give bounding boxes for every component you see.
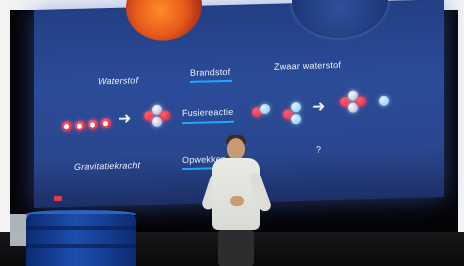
- product-core-2: [356, 96, 366, 107]
- label-question: ?: [316, 144, 322, 155]
- sun-graphic: [126, 0, 202, 42]
- planet-graphic: [292, 0, 388, 40]
- tritium-neutron-1: [291, 102, 301, 113]
- label-fusiereactie: Fusiereactie: [182, 106, 234, 119]
- arrow-right-icon-2: ➜: [312, 98, 326, 116]
- free-neutron: [379, 95, 389, 106]
- blue-barrel: [26, 214, 136, 266]
- speaker-pants: [218, 230, 254, 266]
- stage-scene: Waterstof Brandstof Zwaar waterstof ➜ Fu…: [0, 0, 464, 266]
- speaker-hands: [230, 196, 244, 206]
- label-waterstof: Waterstof: [98, 75, 139, 87]
- photo-border-left: [0, 0, 10, 266]
- helium-core-2: [160, 110, 170, 121]
- presentation-logo: [54, 196, 62, 201]
- speaker: [200, 135, 284, 266]
- tritium-neutron-2: [291, 114, 301, 125]
- deuterium-neutron: [260, 103, 270, 115]
- barrel-ring-2: [26, 244, 136, 248]
- photo-border-right: [458, 0, 464, 266]
- label-zwaar-waterstof: Zwaar waterstof: [274, 59, 342, 72]
- speaker-head: [227, 138, 245, 160]
- speaker-shirt: [212, 158, 260, 230]
- arrow-right-icon: ➜: [118, 110, 132, 128]
- label-gravitatiekracht: Gravitatiekracht: [74, 160, 141, 172]
- label-brandstof: Brandstof: [190, 66, 231, 78]
- barrel-ring-1: [26, 226, 136, 230]
- fusiereactie-underline: [182, 120, 234, 125]
- brandstof-underline: [190, 79, 232, 83]
